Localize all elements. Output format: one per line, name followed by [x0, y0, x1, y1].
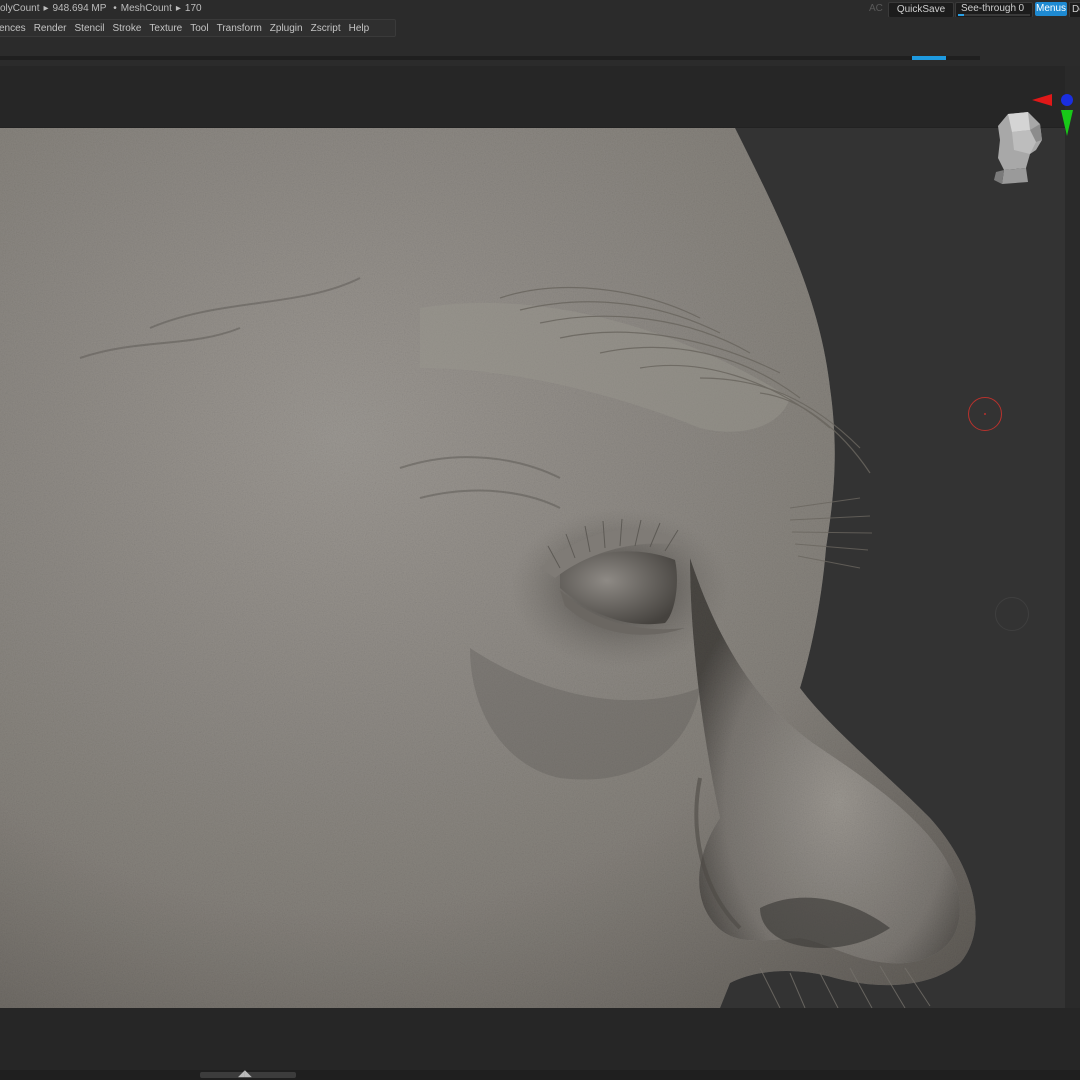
right-tray[interactable]	[1065, 66, 1080, 1016]
top-tray	[0, 66, 1080, 128]
bottom-bar	[0, 1070, 1080, 1080]
top-shelf	[0, 38, 1080, 66]
head-orientation-icon[interactable]	[990, 110, 1046, 195]
bullet-icon: •	[113, 3, 117, 14]
menu-stroke[interactable]: Stroke	[109, 23, 146, 34]
sculpt-render	[0, 128, 976, 1008]
see-through-slider[interactable]: See-through 0	[955, 2, 1033, 18]
menu-render[interactable]: Render	[30, 23, 71, 34]
menu-zplugin[interactable]: Zplugin	[266, 23, 307, 34]
poly-count-value: 948.694 MP	[52, 3, 107, 14]
arrow-right-icon: ▸	[175, 3, 181, 14]
menu-texture[interactable]: Texture	[145, 23, 186, 34]
status-bar: olyCount ▸ 948.694 MP • MeshCount ▸ 170 AC Qu…	[0, 0, 1080, 18]
menus-toggle-button[interactable]: Menus	[1035, 2, 1067, 16]
main-menu-group: ences Render Stencil Stroke Texture Tool Trans…	[0, 19, 396, 37]
see-through-track[interactable]	[958, 14, 1030, 16]
see-through-value: 0	[1018, 3, 1024, 14]
brush-cursor-ghost	[995, 597, 1029, 631]
document-canvas[interactable]	[0, 128, 1065, 1008]
menu-stencil[interactable]: Stencil	[71, 23, 109, 34]
see-through-fill	[958, 14, 964, 16]
collapse-arrows-icon[interactable]: ◢◣	[238, 1068, 252, 1079]
bottom-tray	[0, 1008, 1080, 1070]
menu-ences[interactable]: ences	[0, 23, 30, 34]
menu-bar: ences Render Stencil Stroke Texture Tool Trans…	[0, 17, 1080, 38]
menu-tool[interactable]: Tool	[186, 23, 212, 34]
poly-count-label: olyCount	[0, 3, 40, 14]
quicksave-button[interactable]: QuickSave	[888, 2, 954, 18]
menu-zscript[interactable]: Zscript	[307, 23, 345, 34]
mesh-count-value: 170	[184, 3, 202, 14]
ac-label[interactable]: AC	[869, 0, 883, 17]
menu-help[interactable]: Help	[345, 23, 374, 34]
mesh-count-label: MeshCount	[120, 3, 172, 14]
shelf-divider	[0, 56, 980, 60]
shelf-active-indicator[interactable]	[912, 56, 946, 60]
default-zscript-button[interactable]: De	[1069, 2, 1080, 18]
status-info: olyCount ▸ 948.694 MP • MeshCount ▸ 170	[0, 0, 206, 17]
menu-transform[interactable]: Transform	[213, 23, 266, 34]
brush-cursor	[968, 397, 1002, 431]
arrow-right-icon: ▸	[43, 3, 49, 14]
see-through-label: See-through	[961, 3, 1017, 14]
